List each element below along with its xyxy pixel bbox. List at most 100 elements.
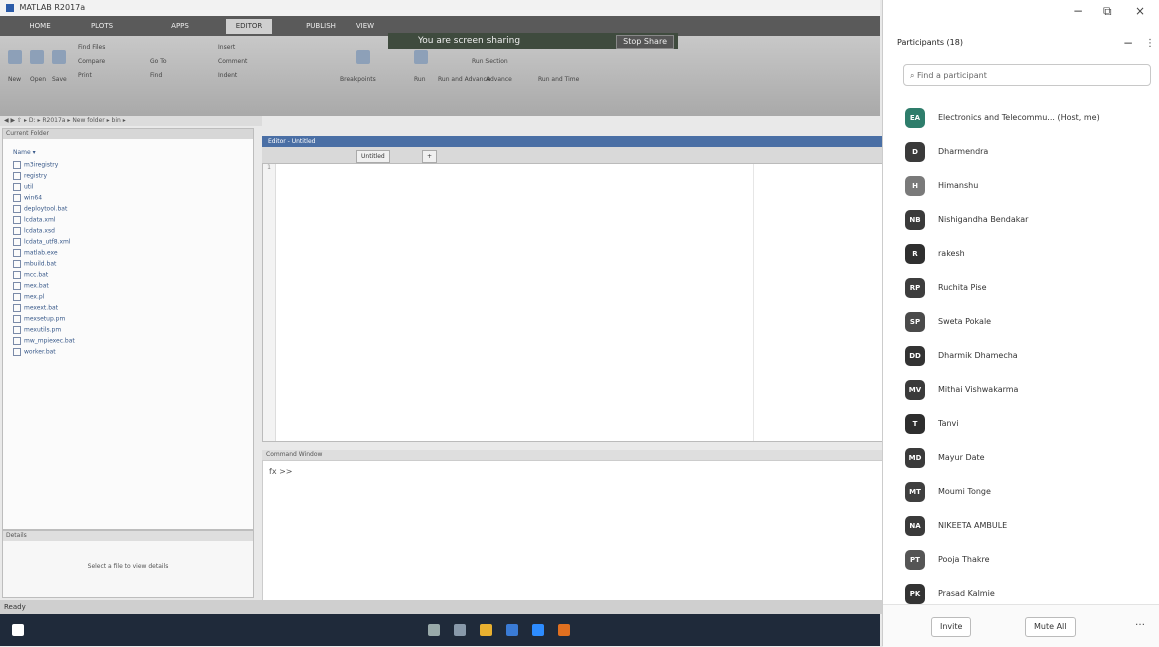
- ribbon-compare[interactable]: Compare: [78, 58, 105, 65]
- ribbon-run-section[interactable]: Run Section: [472, 58, 508, 65]
- ribbon-new[interactable]: New: [8, 76, 21, 83]
- file-list-item[interactable]: lcdata.xsd: [13, 227, 55, 235]
- minimize-icon[interactable]: −: [1073, 4, 1083, 18]
- participant-row[interactable]: D Dharmendra: [905, 142, 1155, 162]
- ribbon-run-time[interactable]: Run and Time: [538, 76, 579, 83]
- participant-search-input[interactable]: ⌕ Find a participant: [903, 64, 1151, 86]
- search-icon[interactable]: [428, 624, 440, 636]
- file-list-item[interactable]: win64: [13, 194, 42, 202]
- participant-row[interactable]: NB Nishigandha Bendakar: [905, 210, 1155, 230]
- participant-row[interactable]: PT Pooja Thakre: [905, 550, 1155, 570]
- matlab-taskbar-icon[interactable]: [558, 624, 570, 636]
- participant-row[interactable]: PK Prasad Kalmie: [905, 584, 1155, 604]
- tab-view[interactable]: VIEW: [350, 19, 380, 34]
- new-tab-button[interactable]: +: [422, 150, 438, 163]
- file-icon: [13, 205, 21, 213]
- file-list-item[interactable]: util: [13, 183, 34, 191]
- open-icon[interactable]: [30, 50, 44, 64]
- task-view-icon[interactable]: [454, 624, 466, 636]
- file-name: deploytool.bat: [24, 205, 68, 213]
- invite-button[interactable]: Invite: [931, 617, 972, 637]
- windows-start-icon[interactable]: [12, 624, 24, 636]
- participant-row[interactable]: DD Dharmik Dhamecha: [905, 346, 1155, 366]
- ribbon-find[interactable]: Find: [150, 72, 162, 79]
- file-list-item[interactable]: mexutils.pm: [13, 326, 61, 334]
- line-number-gutter: 1: [263, 164, 276, 441]
- save-icon[interactable]: [52, 50, 66, 64]
- participant-row[interactable]: MV Mithai Vishwakarma: [905, 380, 1155, 400]
- participant-row[interactable]: RP Ruchita Pise: [905, 278, 1155, 298]
- ribbon-advance[interactable]: Advance: [486, 76, 512, 83]
- breakpoints-icon[interactable]: [356, 50, 370, 64]
- avatar: SP: [905, 312, 925, 332]
- collapse-panel-icon[interactable]: −: [1123, 36, 1133, 50]
- new-icon[interactable]: [8, 50, 22, 64]
- tab-publish[interactable]: PUBLISH: [296, 19, 346, 34]
- file-icon: [13, 249, 21, 257]
- tab-editor[interactable]: EDITOR: [226, 19, 272, 34]
- participant-row[interactable]: T Tanvi: [905, 414, 1155, 434]
- run-icon[interactable]: [414, 50, 428, 64]
- ribbon-comment[interactable]: Comment: [218, 58, 247, 65]
- file-list-item[interactable]: worker.bat: [13, 348, 56, 356]
- arrow-nav-icon[interactable]: ◀ ▶ ⇧: [0, 117, 24, 124]
- avatar: MD: [905, 448, 925, 468]
- participant-name: Moumi Tonge: [938, 487, 991, 496]
- ribbon-goto[interactable]: Go To: [150, 58, 167, 65]
- zoom-icon[interactable]: [532, 624, 544, 636]
- participant-row[interactable]: EA Electronics and Telecommu... (Host, me…: [905, 108, 1155, 128]
- restore-icon[interactable]: ⧉: [1103, 4, 1112, 19]
- file-icon: [13, 304, 21, 312]
- browser-icon[interactable]: [506, 624, 518, 636]
- tab-home[interactable]: HOME: [18, 19, 62, 34]
- mute-all-button[interactable]: Mute All: [1025, 617, 1076, 637]
- file-list-item[interactable]: deploytool.bat: [13, 205, 67, 213]
- file-list-item[interactable]: matlab.exe: [13, 249, 58, 257]
- file-list-item[interactable]: registry: [13, 172, 47, 180]
- editor-tab-bar: Untitled +: [262, 147, 882, 163]
- participant-row[interactable]: NA NIKEETA AMBULE: [905, 516, 1155, 536]
- file-list-item[interactable]: mbuild.bat: [13, 260, 56, 268]
- tab-untitled[interactable]: Untitled: [356, 150, 390, 163]
- file-list-item[interactable]: mexsetup.pm: [13, 315, 65, 323]
- ribbon-save[interactable]: Save: [52, 76, 67, 83]
- tab-apps[interactable]: APPS: [160, 19, 200, 34]
- name-column-header[interactable]: Name ▾: [13, 149, 36, 156]
- file-list-item[interactable]: mex.bat: [13, 282, 49, 290]
- close-icon[interactable]: ×: [1135, 4, 1145, 18]
- address-bar[interactable]: ◀ ▶ ⇧ ▸ D: ▸ R2017a ▸ New folder ▸ bin ▸: [0, 116, 262, 126]
- command-window[interactable]: fx >>: [262, 460, 884, 602]
- participant-row[interactable]: MD Mayur Date: [905, 448, 1155, 468]
- file-explorer-icon[interactable]: [480, 624, 492, 636]
- file-list-item[interactable]: mw_mpiexec.bat: [13, 337, 75, 345]
- file-list-item[interactable]: mcc.bat: [13, 271, 48, 279]
- participant-row[interactable]: SP Sweta Pokale: [905, 312, 1155, 332]
- ribbon-breakpoints[interactable]: Breakpoints: [340, 76, 376, 83]
- participant-row[interactable]: MT Moumi Tonge: [905, 482, 1155, 502]
- file-list-item[interactable]: lcdata.xml: [13, 216, 55, 224]
- ribbon-run[interactable]: Run: [414, 76, 426, 83]
- file-list-item[interactable]: mexext.bat: [13, 304, 58, 312]
- avatar: EA: [905, 108, 925, 128]
- more-icon[interactable]: …: [1135, 617, 1145, 628]
- ribbon-open[interactable]: Open: [30, 76, 46, 83]
- avatar: RP: [905, 278, 925, 298]
- folder-icon: [13, 183, 21, 191]
- ribbon-insert[interactable]: Insert: [218, 44, 235, 51]
- participant-name: Mayur Date: [938, 453, 985, 462]
- ribbon-print[interactable]: Print: [78, 72, 92, 79]
- participant-name: rakesh: [938, 249, 965, 258]
- tab-plots[interactable]: PLOTS: [80, 19, 124, 34]
- file-list-item[interactable]: lcdata_utf8.xml: [13, 238, 71, 246]
- more-options-icon[interactable]: ⋮: [1145, 38, 1155, 49]
- file-list-item[interactable]: m3iregistry: [13, 161, 58, 169]
- file-list-item[interactable]: mex.pl: [13, 293, 44, 301]
- participant-row[interactable]: H Himanshu: [905, 176, 1155, 196]
- ribbon-find-files[interactable]: Find Files: [78, 44, 105, 51]
- ribbon-indent[interactable]: Indent: [218, 72, 237, 79]
- stop-share-button[interactable]: Stop Share: [616, 35, 674, 49]
- ribbon-run-advance[interactable]: Run and Advance: [438, 76, 490, 83]
- code-editor[interactable]: 1: [262, 163, 884, 442]
- right-margin-line: [753, 164, 754, 441]
- participant-row[interactable]: Rrakesh: [905, 244, 1155, 264]
